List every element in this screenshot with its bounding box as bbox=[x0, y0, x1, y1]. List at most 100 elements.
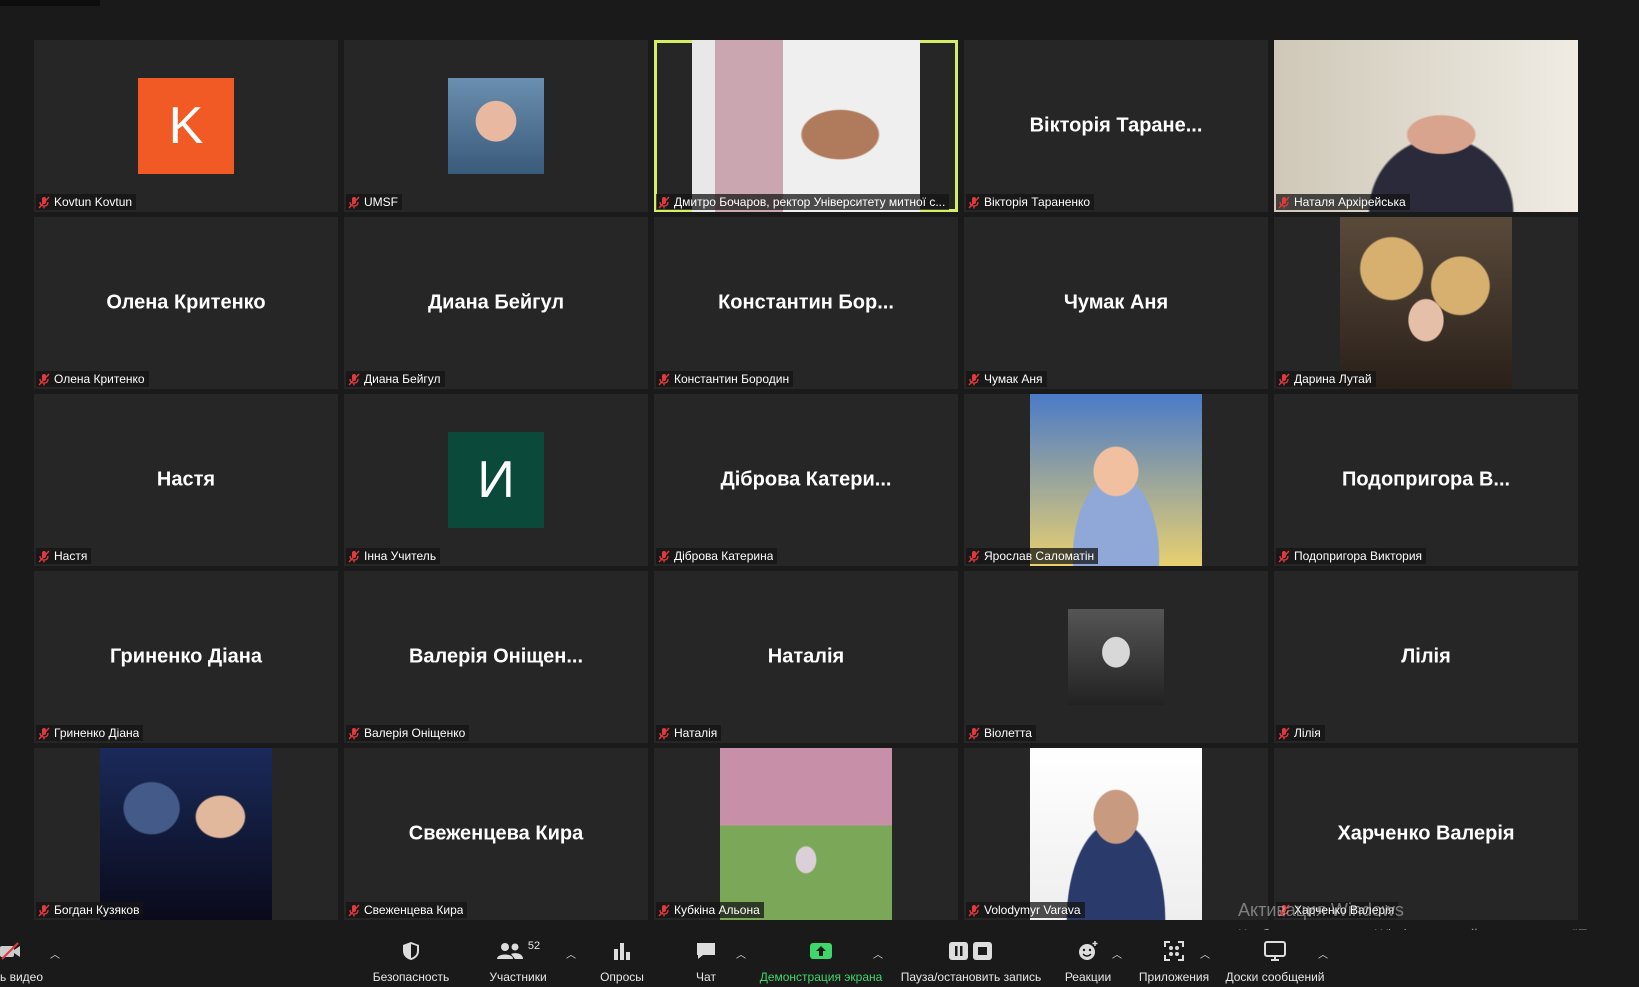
participant-tile[interactable]: UMSF bbox=[344, 40, 648, 212]
participant-name: Дарина Лутай bbox=[1294, 372, 1372, 386]
pause-stop-recording-button[interactable]: Пауза/остановить запись bbox=[898, 936, 1044, 984]
share-screen-icon bbox=[758, 936, 884, 966]
muted-mic-icon bbox=[1278, 196, 1290, 209]
muted-mic-icon bbox=[38, 904, 50, 917]
participant-display-name: Олена Критенко bbox=[106, 291, 266, 314]
security-button[interactable]: Безопасность bbox=[366, 936, 456, 984]
participant-tile[interactable]: Наталя Архірейська bbox=[1274, 40, 1578, 212]
participant-photo bbox=[100, 748, 272, 920]
muted-mic-icon bbox=[968, 550, 980, 563]
participant-tile[interactable]: Наталія Наталія bbox=[654, 571, 958, 743]
top-strip bbox=[0, 0, 100, 6]
participant-display-name: Діброва Катери... bbox=[720, 468, 892, 491]
participant-name-label: Volodymyr Varava bbox=[966, 902, 1085, 918]
participant-tile[interactable]: Олена Критенко Олена Критенко bbox=[34, 217, 338, 389]
participant-name-label: UMSF bbox=[346, 194, 402, 210]
stop-video-button[interactable]: ь видео bbox=[0, 936, 50, 984]
participant-display-name: Харченко Валерія bbox=[1337, 822, 1515, 845]
participant-photo bbox=[1274, 40, 1578, 212]
whiteboards-button[interactable]: Доски сообщений bbox=[1222, 936, 1328, 984]
participant-name-label: Настя bbox=[36, 548, 92, 564]
participant-tile[interactable]: Вікторія Таране... Вікторія Тараненко bbox=[964, 40, 1268, 212]
chat-button[interactable]: Чат bbox=[686, 936, 726, 984]
participant-name-label: Вікторія Тараненко bbox=[966, 194, 1095, 210]
participant-tile[interactable]: Диана Бейгул Диана Бейгул bbox=[344, 217, 648, 389]
apps-label: Приложения bbox=[1138, 970, 1210, 984]
participant-photo bbox=[692, 40, 920, 212]
muted-mic-icon bbox=[968, 904, 980, 917]
share-options-caret[interactable]: ︿ bbox=[873, 946, 883, 961]
muted-mic-icon bbox=[348, 550, 360, 563]
muted-mic-icon bbox=[658, 727, 670, 740]
participant-tile[interactable]: Константин Бор... Константин Бородин bbox=[654, 217, 958, 389]
participant-name: Лілія bbox=[1294, 726, 1321, 740]
polls-button[interactable]: Опросы bbox=[592, 936, 652, 984]
participant-tile[interactable]: Харченко Валерія Харченко Валерія bbox=[1274, 748, 1578, 920]
chat-options-caret[interactable]: ︿ bbox=[736, 946, 746, 961]
participant-tile[interactable]: K Kovtun Kovtun bbox=[34, 40, 338, 212]
participants-options-caret[interactable]: ︿ bbox=[566, 946, 576, 961]
participant-tile[interactable]: Volodymyr Varava bbox=[964, 748, 1268, 920]
polls-label: Опросы bbox=[600, 970, 644, 984]
reactions-button[interactable]: Реакции bbox=[1058, 936, 1118, 984]
reactions-options-caret[interactable]: ︿ bbox=[1112, 946, 1122, 961]
participant-tile[interactable]: Валерія Оніщен... Валерія Оніщенко bbox=[344, 571, 648, 743]
participant-tile[interactable]: Богдан Кузяков bbox=[34, 748, 338, 920]
video-options-caret[interactable]: ︿ bbox=[50, 946, 60, 961]
bar-chart-icon bbox=[592, 936, 652, 966]
share-screen-button[interactable]: Демонстрация экрана bbox=[758, 936, 884, 984]
participant-name: Настя bbox=[54, 549, 88, 563]
participant-tile[interactable]: Ярослав Саломатін bbox=[964, 394, 1268, 566]
participant-tile[interactable]: Подопригора В... Подопригора Виктория bbox=[1274, 394, 1578, 566]
participant-tile[interactable]: Кубкіна Альона bbox=[654, 748, 958, 920]
participant-name: Інна Учитель bbox=[364, 549, 437, 563]
apps-options-caret[interactable]: ︿ bbox=[1200, 946, 1210, 961]
participant-display-name: Лілія bbox=[1401, 645, 1451, 668]
reactions-label: Реакции bbox=[1064, 970, 1112, 984]
participant-name-label: Лілія bbox=[1276, 725, 1325, 741]
participant-display-name: Гриненко Діана bbox=[109, 645, 263, 668]
participant-tile[interactable]: Свеженцева Кира Свеженцева Кира bbox=[344, 748, 648, 920]
participant-photo bbox=[720, 748, 892, 920]
muted-mic-icon bbox=[1278, 727, 1290, 740]
participant-display-name: Константин Бор... bbox=[718, 291, 894, 314]
whiteboard-icon bbox=[1222, 936, 1328, 966]
participants-button[interactable]: 52 Участники bbox=[478, 936, 558, 984]
participant-display-name: Подопригора В... bbox=[1341, 468, 1511, 491]
participant-display-name: Свеженцева Кира bbox=[408, 822, 584, 845]
avatar: K bbox=[138, 78, 234, 174]
participant-tile[interactable]: Віолетта bbox=[964, 571, 1268, 743]
participant-name: Вікторія Тараненко bbox=[984, 195, 1091, 209]
participant-name: Дмитро Бочаров, ректор Університету митн… bbox=[674, 195, 946, 209]
participant-tile[interactable]: Діброва Катери... Діброва Катерина bbox=[654, 394, 958, 566]
participant-tile[interactable]: Настя Настя bbox=[34, 394, 338, 566]
whiteboards-options-caret[interactable]: ︿ bbox=[1318, 946, 1328, 961]
participant-name: Константин Бородин bbox=[674, 372, 790, 386]
participant-name: Діброва Катерина bbox=[674, 549, 774, 563]
emoji-icon bbox=[1058, 936, 1118, 966]
muted-mic-icon bbox=[1278, 550, 1290, 563]
muted-mic-icon bbox=[38, 550, 50, 563]
video-off-icon bbox=[0, 936, 50, 966]
participant-tile[interactable]: Дарина Лутай bbox=[1274, 217, 1578, 389]
participants-icon: 52 bbox=[478, 936, 558, 966]
participant-tile[interactable]: Гриненко Діана Гриненко Діана bbox=[34, 571, 338, 743]
participant-name-label: Олена Критенко bbox=[36, 371, 149, 387]
participant-name-label: Валерія Оніщенко bbox=[346, 725, 470, 741]
participant-tile[interactable]: И Інна Учитель bbox=[344, 394, 648, 566]
participant-tile[interactable]: Лілія Лілія bbox=[1274, 571, 1578, 743]
participant-name: Kovtun Kovtun bbox=[54, 195, 133, 209]
share-screen-label: Демонстрация экрана bbox=[759, 970, 883, 984]
participant-name: Подопригора Виктория bbox=[1294, 549, 1423, 563]
participant-tile[interactable]: Дмитро Бочаров, ректор Університету митн… bbox=[654, 40, 958, 212]
participant-name: Ярослав Саломатін bbox=[984, 549, 1095, 563]
participant-name: Олена Критенко bbox=[54, 372, 145, 386]
participant-photo bbox=[1340, 217, 1512, 389]
participant-display-name: Диана Бейгул bbox=[427, 291, 565, 314]
pause-stop-icon bbox=[898, 936, 1044, 966]
gallery-grid: K Kovtun Kovtun UMSF Дмитро Бочаров, ректор… bbox=[34, 40, 1578, 920]
participant-display-name: Наталія bbox=[767, 645, 845, 668]
participant-name: Гриненко Діана bbox=[54, 726, 140, 740]
participant-name: Volodymyr Varava bbox=[984, 903, 1081, 917]
participant-tile[interactable]: Чумак Аня Чумак Аня bbox=[964, 217, 1268, 389]
